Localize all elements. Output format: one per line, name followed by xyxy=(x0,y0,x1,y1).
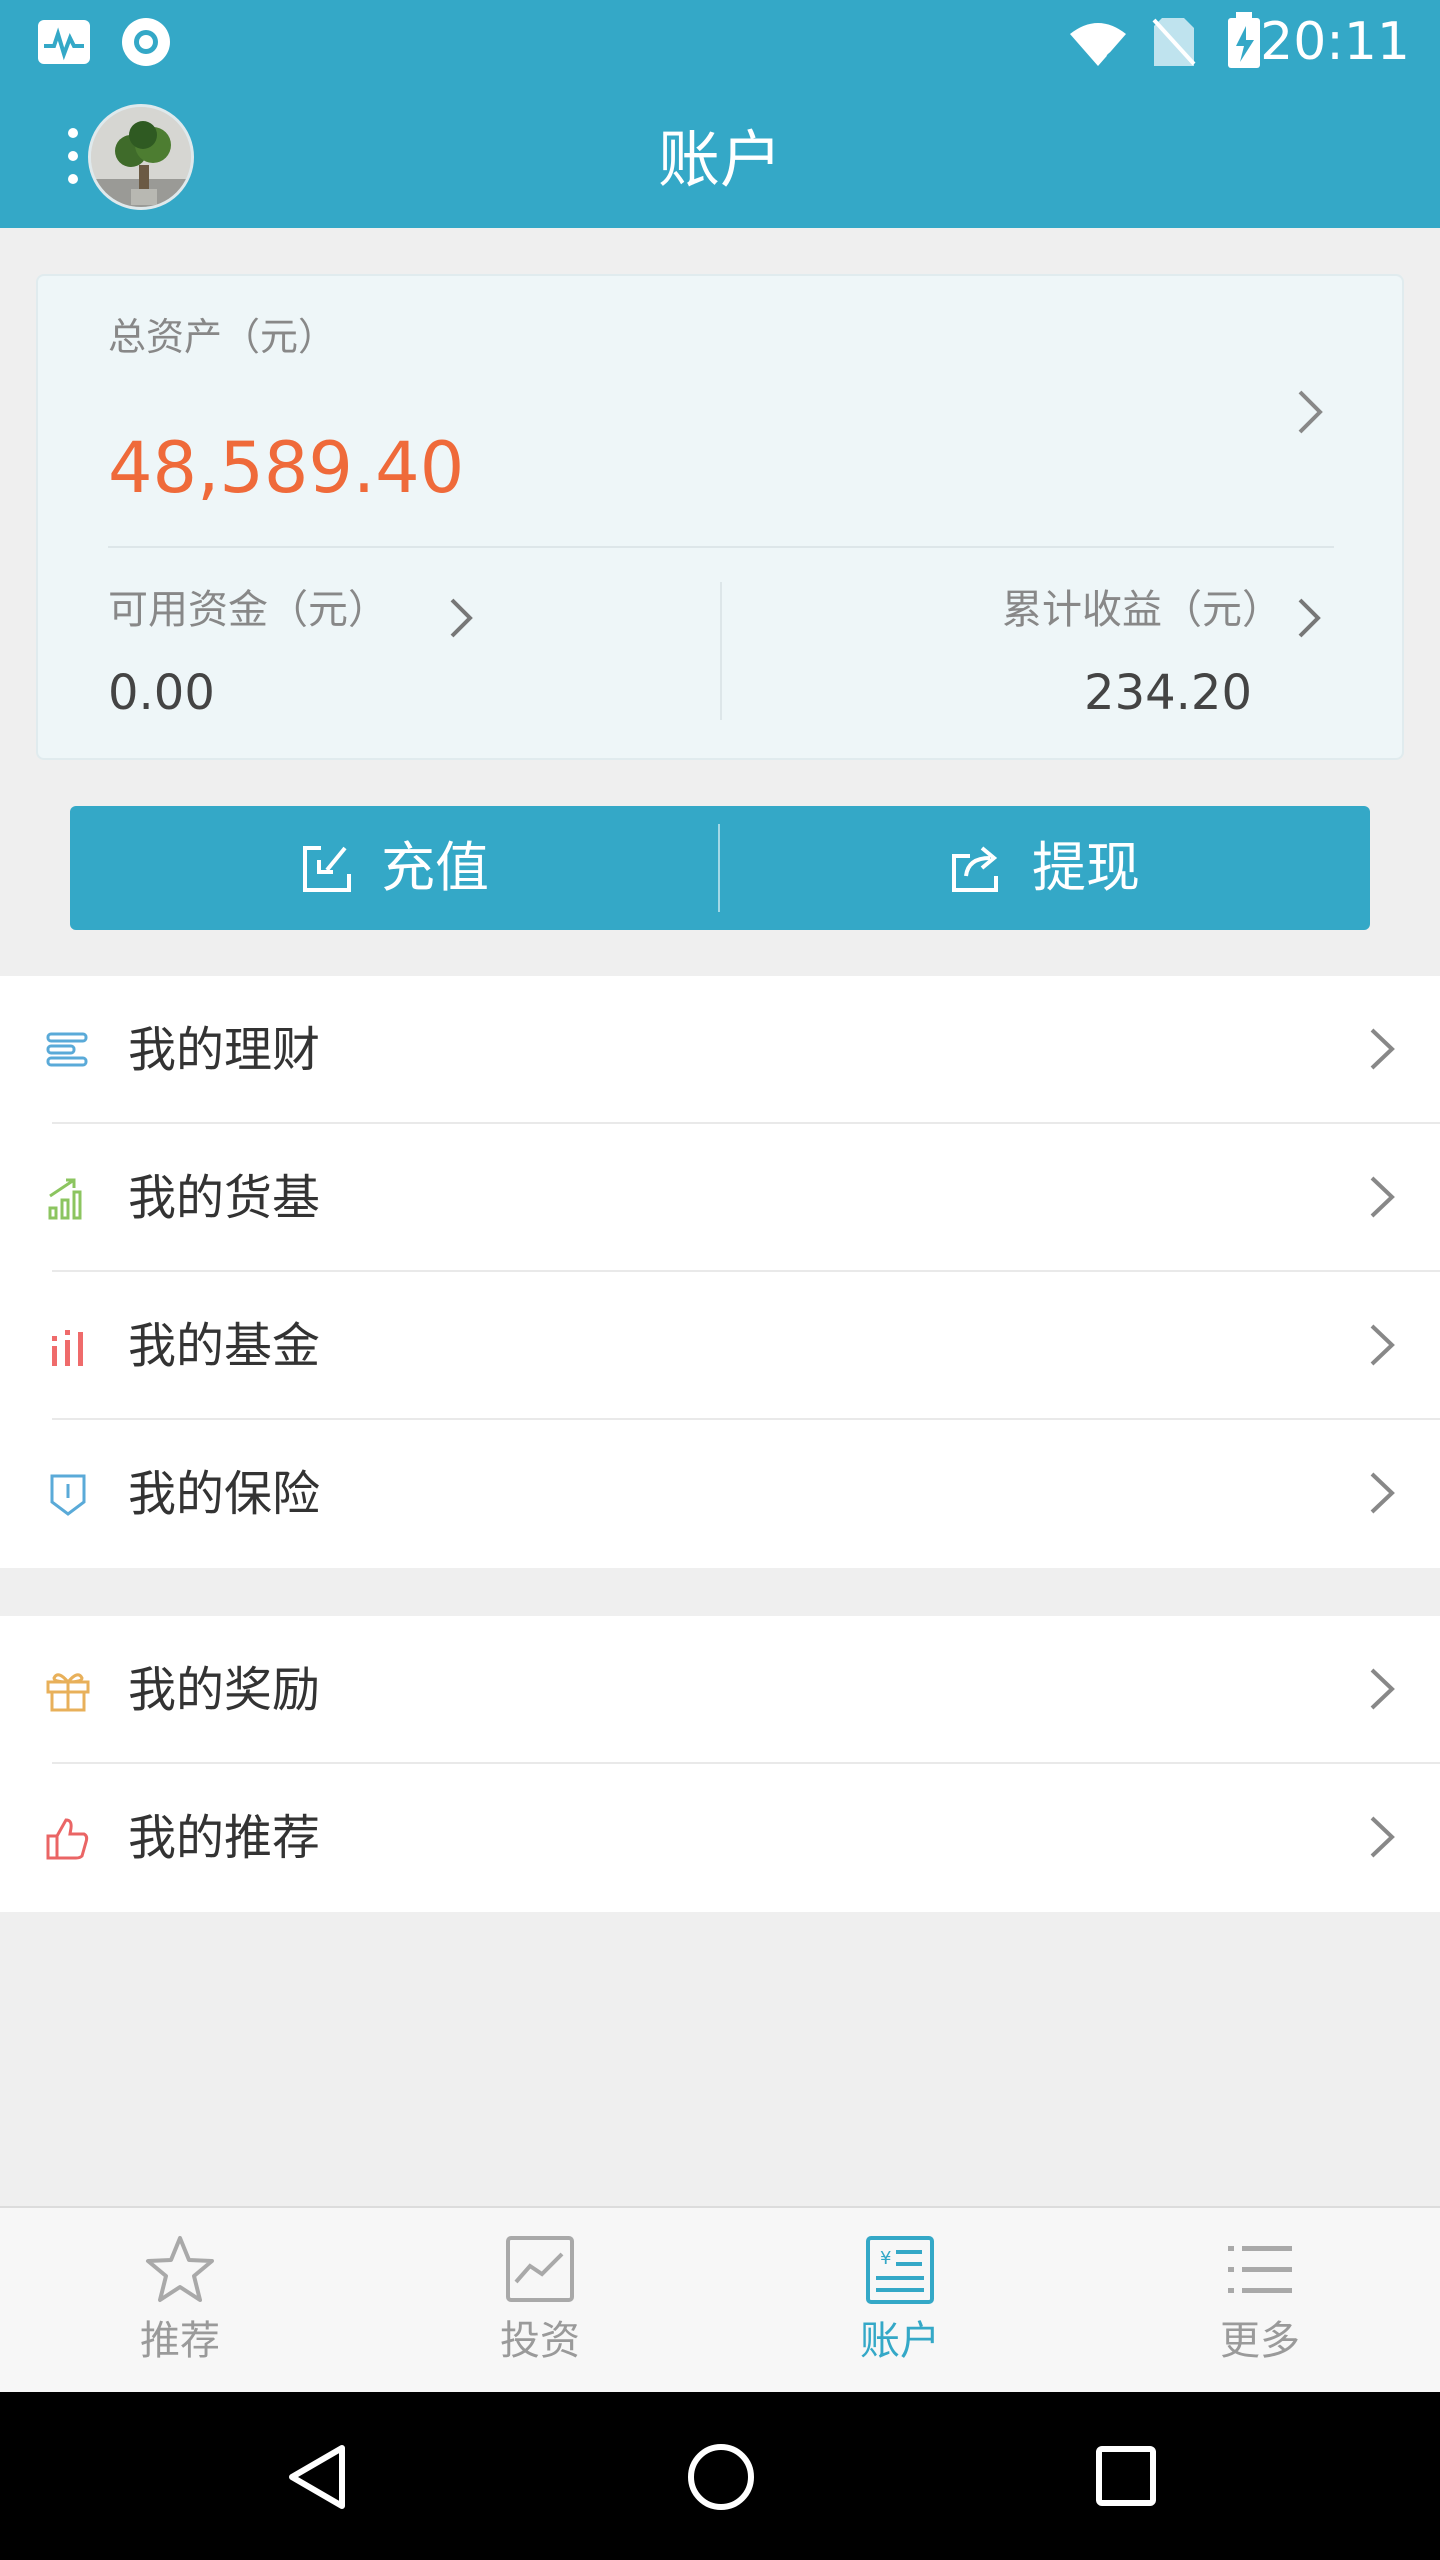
system-nav-bar xyxy=(0,2392,1440,2560)
menu-item-my-insurance[interactable]: 我的保险 xyxy=(0,1420,1440,1568)
activity-icon xyxy=(38,20,90,64)
chevron-right-icon xyxy=(1370,1028,1395,1070)
menu-group-secondary: 我的奖励 我的推荐 xyxy=(0,1616,1440,1912)
menu-item-my-wealth[interactable]: 我的理财 xyxy=(0,976,1440,1124)
card-divider xyxy=(108,546,1334,548)
page-title: 账户 xyxy=(657,123,782,196)
bar-growth-icon xyxy=(48,1178,82,1220)
chart-icon xyxy=(506,2236,574,2302)
menu-label: 我的货基 xyxy=(128,1170,321,1226)
thumbs-up-icon xyxy=(46,1818,89,1860)
circle-notification-icon xyxy=(122,18,170,66)
tab-label: 账户 xyxy=(860,2318,940,2364)
chevron-right-icon xyxy=(1370,1324,1395,1366)
menu-label: 我的基金 xyxy=(128,1318,321,1374)
recents-icon[interactable] xyxy=(1094,2444,1158,2508)
svg-text:¥: ¥ xyxy=(880,2248,891,2269)
cumulative-earnings-chevron-icon[interactable] xyxy=(1296,596,1324,640)
available-funds-label[interactable]: 可用资金（元） xyxy=(108,586,388,634)
account-book-icon: ¥ xyxy=(866,2236,934,2304)
tab-label: 推荐 xyxy=(140,2318,220,2364)
menu-item-my-money-fund[interactable]: 我的货基 xyxy=(0,1124,1440,1272)
menu-item-my-referrals[interactable]: 我的推荐 xyxy=(0,1764,1440,1912)
withdraw-icon xyxy=(952,846,998,892)
total-assets-chevron-icon[interactable] xyxy=(1296,388,1324,436)
tab-account[interactable]: ¥ 账户 xyxy=(720,2208,1080,2394)
total-assets-label: 总资产（元） xyxy=(108,315,337,359)
deposit-icon xyxy=(303,846,351,892)
cumulative-earnings-label[interactable]: 累计收益（元） xyxy=(1002,586,1282,634)
menu-item-my-rewards[interactable]: 我的奖励 xyxy=(0,1616,1440,1764)
menu-label: 我的理财 xyxy=(128,1022,321,1078)
cumulative-earnings-value: 234.20 xyxy=(1084,665,1252,721)
action-bar: 充值 提现 xyxy=(70,806,1370,930)
shield-icon xyxy=(50,1474,86,1516)
tab-label: 更多 xyxy=(1220,2318,1300,2364)
list-more-icon xyxy=(1228,2246,1292,2293)
chevron-right-icon xyxy=(1370,1816,1395,1858)
tab-more[interactable]: 更多 xyxy=(1080,2208,1440,2394)
menu-label: 我的推荐 xyxy=(128,1810,321,1866)
chevron-right-icon xyxy=(1370,1472,1395,1514)
wifi-off-icon xyxy=(1070,23,1126,68)
deposit-label: 充值 xyxy=(381,836,489,899)
list-icon xyxy=(46,1032,88,1067)
tab-invest[interactable]: 投资 xyxy=(360,2208,720,2394)
bottom-tab-bar: 推荐 投资 ¥ 账户 更多 xyxy=(0,2206,1440,2392)
deposit-button[interactable]: 充值 xyxy=(70,806,720,930)
available-funds-chevron-icon[interactable] xyxy=(448,596,476,640)
card-vertical-divider xyxy=(720,582,722,720)
no-sim-icon xyxy=(1152,18,1196,66)
battery-charging-icon xyxy=(1228,12,1260,68)
tab-label: 投资 xyxy=(500,2318,580,2364)
tab-recommend[interactable]: 推荐 xyxy=(0,2208,360,2394)
home-icon[interactable] xyxy=(686,2442,756,2512)
app-bar: 账户 xyxy=(0,84,1440,228)
withdraw-label: 提现 xyxy=(1032,836,1140,899)
menu-label: 我的保险 xyxy=(128,1466,321,1522)
menu-item-my-funds[interactable]: 我的基金 xyxy=(0,1272,1440,1420)
chevron-right-icon xyxy=(1370,1176,1395,1218)
back-icon[interactable] xyxy=(284,2442,348,2512)
bars-icon xyxy=(52,1330,83,1366)
menu-label: 我的奖励 xyxy=(128,1662,321,1718)
star-icon xyxy=(146,2236,214,2302)
total-assets-value[interactable]: 48,589.40 xyxy=(108,426,464,510)
chevron-right-icon xyxy=(1370,1668,1395,1710)
gift-icon xyxy=(46,1673,90,1712)
menu-group-primary: 我的理财 我的货基 我的基金 我的保险 xyxy=(0,976,1440,1568)
status-bar: 20:11 xyxy=(0,0,1440,84)
asset-summary-card: 总资产（元） 48,589.40 可用资金（元） 0.00 累计收益（元） 23… xyxy=(36,274,1404,760)
status-time: 20:11 xyxy=(1260,12,1410,72)
withdraw-button[interactable]: 提现 xyxy=(720,806,1370,930)
available-funds-value: 0.00 xyxy=(108,665,215,721)
